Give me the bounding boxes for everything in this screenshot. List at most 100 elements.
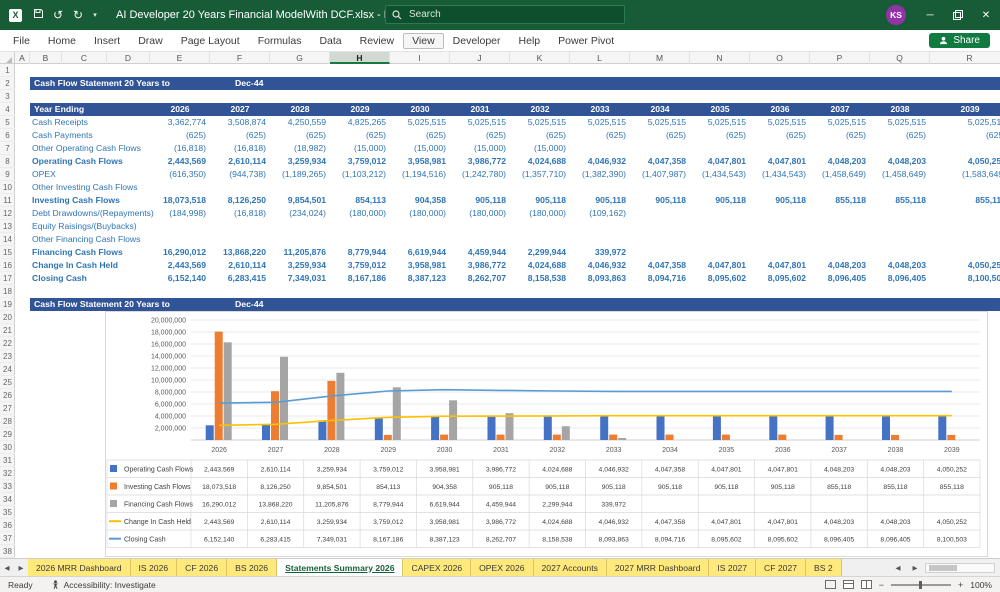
cell[interactable]: 8,387,123 [390, 272, 450, 285]
row-header-5[interactable]: 5 [0, 116, 15, 129]
sheet-tab-statements-summary-2026[interactable]: Statements Summary 2026 [277, 559, 404, 576]
cell[interactable]: 2,443,569 [150, 155, 210, 168]
sheet-tab-2026-mrr-dashboard[interactable]: 2026 MRR Dashboard [28, 559, 131, 576]
normal-view-icon[interactable] [824, 580, 836, 589]
tab-scroll-left-icon[interactable]: ◀ [0, 559, 14, 576]
row-label-cash-payments[interactable]: Cash Payments [32, 129, 93, 142]
cell[interactable]: (184,998) [150, 207, 210, 220]
cell[interactable]: 11,205,876 [270, 246, 330, 259]
cell[interactable]: (18,982) [270, 142, 330, 155]
cell[interactable]: (180,000) [330, 207, 390, 220]
column-header-C[interactable]: C [62, 52, 107, 64]
column-header-D[interactable]: D [107, 52, 150, 64]
row-label-financing-cash-flows[interactable]: Financing Cash Flows [32, 246, 123, 259]
cell[interactable]: 5,025,515 [390, 116, 450, 129]
ribbon-tab-insert[interactable]: Insert [85, 33, 129, 49]
sheet-tab-2027-mrr-dashboard[interactable]: 2027 MRR Dashboard [606, 559, 710, 576]
cell[interactable]: 8,126,250 [210, 194, 270, 207]
row-header-35[interactable]: 35 [0, 506, 15, 519]
cell[interactable]: (625) [150, 129, 210, 142]
cell[interactable]: 905,118 [630, 194, 690, 207]
sheet-tab-2027-accounts[interactable]: 2027 Accounts [533, 559, 607, 576]
row-header-33[interactable]: 33 [0, 480, 15, 493]
column-header-O[interactable]: O [750, 52, 810, 64]
cell[interactable]: 8,096,405 [810, 272, 870, 285]
ribbon-tab-view[interactable]: View [403, 32, 444, 49]
cell[interactable]: (1,434,543) [750, 168, 810, 181]
select-all-corner[interactable] [0, 52, 15, 64]
row-label-other-investing-cash-flows[interactable]: Other Investing Cash Flows [32, 181, 138, 194]
cell[interactable]: 4,047,801 [750, 259, 810, 272]
cell[interactable]: 4,024,688 [510, 155, 570, 168]
row-header-29[interactable]: 29 [0, 428, 15, 441]
cell[interactable]: 905,118 [750, 194, 810, 207]
cell[interactable]: 8,779,944 [330, 246, 390, 259]
cell[interactable]: 4,050,252 [930, 155, 1000, 168]
zoom-in-button[interactable]: + [958, 580, 963, 590]
cell[interactable]: 5,025,515 [750, 116, 810, 129]
share-button[interactable]: Share [929, 33, 990, 48]
cell[interactable]: 3,259,934 [270, 259, 330, 272]
sheet-tab-bs-2[interactable]: BS 2 [806, 559, 842, 576]
row-label-closing-cash[interactable]: Closing Cash [32, 272, 87, 285]
cell[interactable]: (625) [930, 129, 1000, 142]
row-header-13[interactable]: 13 [0, 220, 15, 233]
row-header-34[interactable]: 34 [0, 493, 15, 506]
row-header-4[interactable]: 4 [0, 103, 15, 116]
search-box[interactable] [385, 5, 625, 24]
cell[interactable]: 4,825,265 [330, 116, 390, 129]
redo-icon[interactable]: ↻ [68, 8, 88, 22]
row-header-1[interactable]: 1 [0, 64, 15, 77]
sheet-tab-opex-2026[interactable]: OPEX 2026 [471, 559, 534, 576]
cell[interactable]: 4,047,358 [630, 155, 690, 168]
cell[interactable]: (1,434,543) [690, 168, 750, 181]
row-label-opex[interactable]: OPEX [32, 168, 56, 181]
cell[interactable]: 3,362,774 [150, 116, 210, 129]
row-header-28[interactable]: 28 [0, 415, 15, 428]
cell[interactable]: 905,118 [510, 194, 570, 207]
column-header-M[interactable]: M [630, 52, 690, 64]
cell[interactable]: (1,194,516) [390, 168, 450, 181]
cell[interactable]: 3,259,934 [270, 155, 330, 168]
column-header-I[interactable]: I [390, 52, 450, 64]
cell[interactable]: (180,000) [510, 207, 570, 220]
cell[interactable]: 8,158,538 [510, 272, 570, 285]
cell[interactable]: 5,025,515 [510, 116, 570, 129]
sheet-tab-is-2027[interactable]: IS 2027 [709, 559, 757, 576]
column-header-H[interactable]: H [330, 52, 390, 64]
cell[interactable]: (625) [750, 129, 810, 142]
row-header-11[interactable]: 11 [0, 194, 15, 207]
cell[interactable]: (15,000) [330, 142, 390, 155]
cell[interactable]: 3,958,981 [390, 259, 450, 272]
cell[interactable]: (944,738) [210, 168, 270, 181]
cell[interactable]: (625) [450, 129, 510, 142]
cell[interactable]: 3,986,772 [450, 259, 510, 272]
cell[interactable]: 2,610,114 [210, 259, 270, 272]
row-label-investing-cash-flows[interactable]: Investing Cash Flows [32, 194, 120, 207]
row-header-22[interactable]: 22 [0, 337, 15, 350]
cash-flow-chart[interactable]: 2,000,000 4,000,000 6,000,000 8,000,000 10,0… [105, 311, 988, 557]
hscroll-left-icon[interactable]: ◀ [891, 564, 905, 572]
row-header-18[interactable]: 18 [0, 285, 15, 298]
cell[interactable]: (1,189,265) [270, 168, 330, 181]
cell[interactable]: 7,349,031 [270, 272, 330, 285]
cell[interactable]: 4,024,688 [510, 259, 570, 272]
column-header-P[interactable]: P [810, 52, 870, 64]
cell[interactable]: (16,818) [210, 207, 270, 220]
cell[interactable]: (1,407,987) [630, 168, 690, 181]
cell[interactable]: 6,283,415 [210, 272, 270, 285]
cell[interactable]: (1,458,649) [870, 168, 930, 181]
cell[interactable]: 5,025,515 [870, 116, 930, 129]
row-label-other-financing-cash-flows[interactable]: Other Financing Cash Flows [32, 233, 140, 246]
row-header-38[interactable]: 38 [0, 545, 15, 558]
column-header-Q[interactable]: Q [870, 52, 930, 64]
cell[interactable]: 6,152,140 [150, 272, 210, 285]
cell[interactable]: (15,000) [510, 142, 570, 155]
row-header-36[interactable]: 36 [0, 519, 15, 532]
row-header-2[interactable]: 2 [0, 77, 15, 90]
row-header-26[interactable]: 26 [0, 389, 15, 402]
cell[interactable]: (625) [390, 129, 450, 142]
row-header-30[interactable]: 30 [0, 441, 15, 454]
ribbon-tab-file[interactable]: File [4, 33, 39, 49]
row-label-operating-cash-flows[interactable]: Operating Cash Flows [32, 155, 123, 168]
